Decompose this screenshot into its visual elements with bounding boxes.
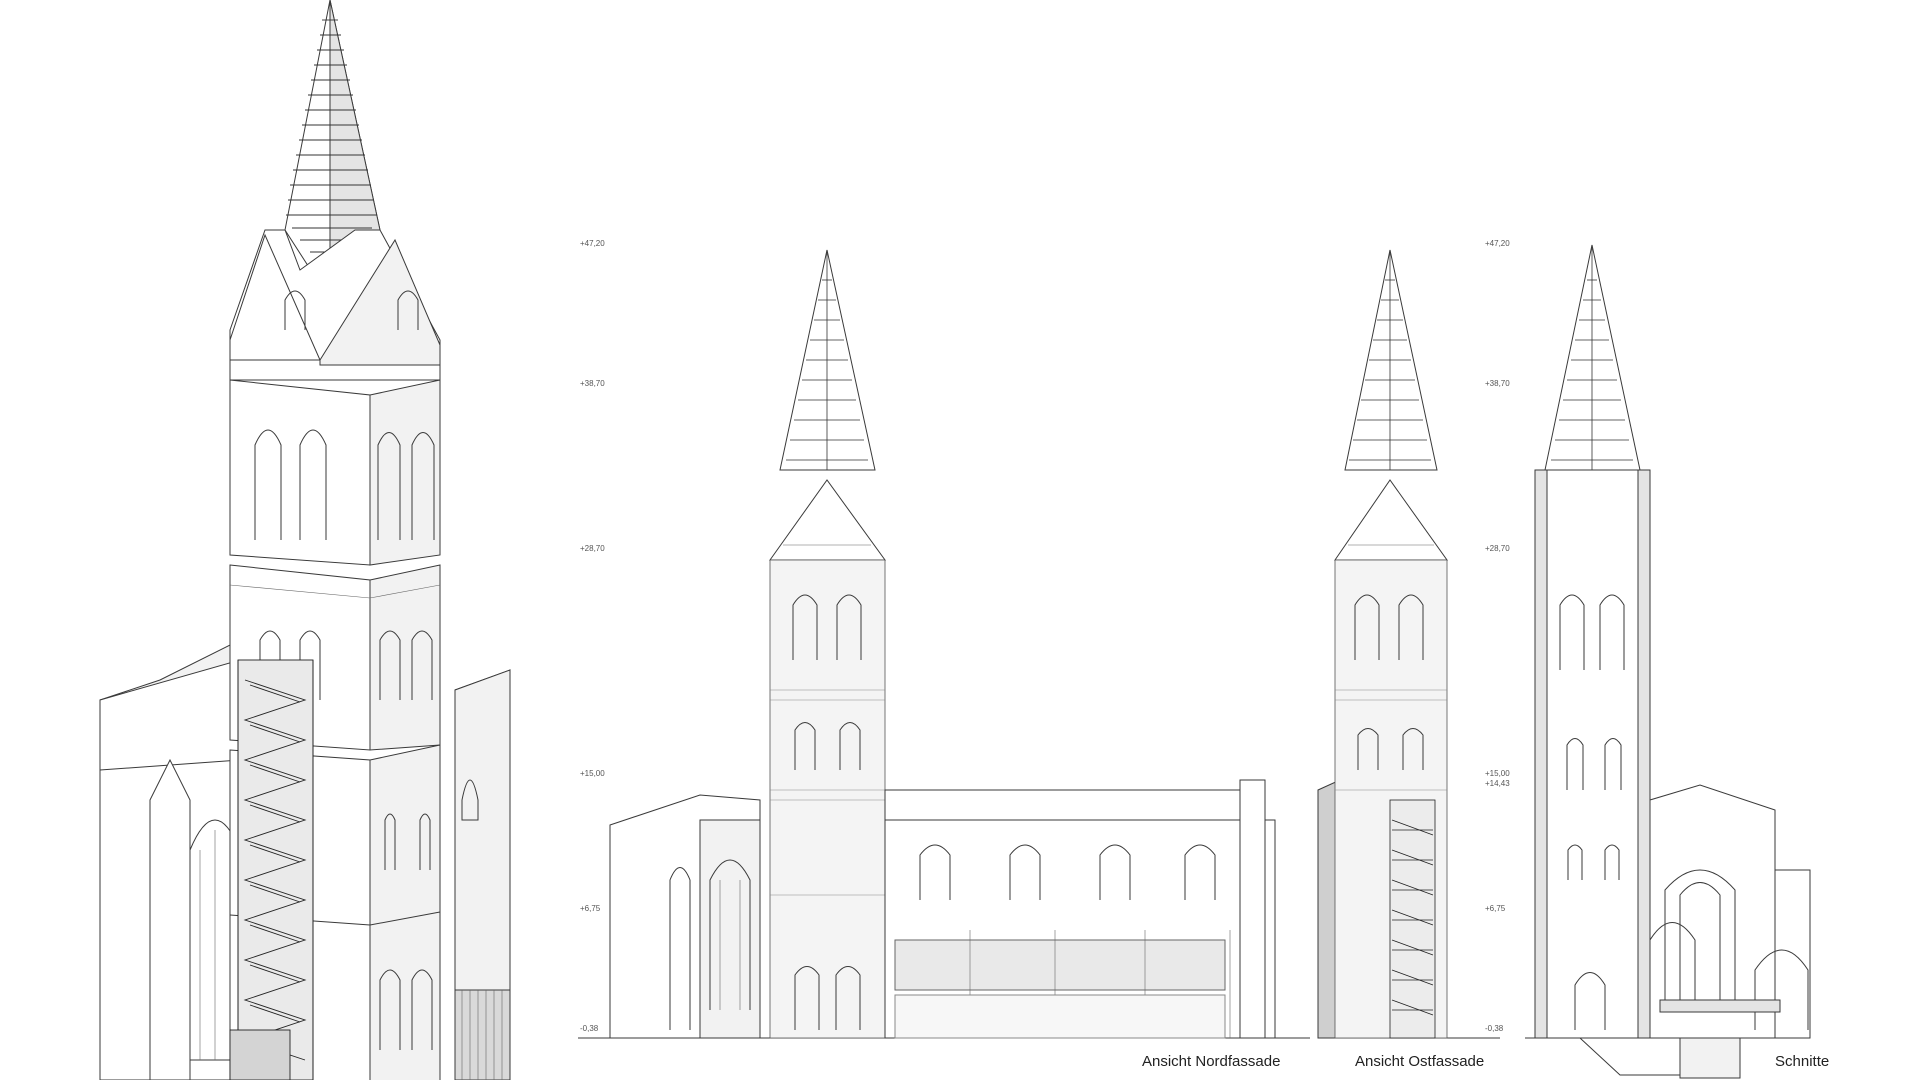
perspective-view xyxy=(99,0,511,1080)
elev-mark: +15,00 xyxy=(1485,769,1510,778)
elev-mark: +38,70 xyxy=(580,379,605,388)
elev-mark: +28,70 xyxy=(1485,544,1510,553)
east-facade-elevation: +47,20 +38,70 +28,70 +15,00 +14,43 +6,75… xyxy=(1317,239,1510,1039)
elev-mark: +15,00 xyxy=(580,769,605,778)
elev-mark: +47,20 xyxy=(1485,239,1510,248)
elev-mark: +28,70 xyxy=(580,544,605,553)
elev-mark: -0,38 xyxy=(1485,1024,1504,1033)
label-sections: Schnitte xyxy=(1775,1053,1829,1070)
elev-mark: +38,70 xyxy=(1485,379,1510,388)
elev-mark: +6,75 xyxy=(1485,904,1506,913)
north-elevation-marks: +47,20 +38,70 +28,70 +15,00 +6,75 -0,38 xyxy=(580,239,605,1033)
elev-mark: -0,38 xyxy=(580,1024,599,1033)
elev-mark: +14,43 xyxy=(1485,779,1510,788)
elev-mark: +47,20 xyxy=(580,239,605,248)
elev-mark: +6,75 xyxy=(580,904,601,913)
section-drawing xyxy=(1525,244,1811,1079)
label-east-facade: Ansicht Ostfassade xyxy=(1355,1053,1484,1070)
external-staircase xyxy=(229,659,314,1080)
north-facade-elevation: +47,20 +38,70 +28,70 +15,00 +6,75 -0,38 xyxy=(578,239,1310,1039)
label-north-facade: Ansicht Nordfassade xyxy=(1142,1053,1280,1070)
east-elevation-marks: +47,20 +38,70 +28,70 +15,00 +14,43 +6,75… xyxy=(1485,239,1510,1033)
architectural-drawing-sheet: +47,20 +38,70 +28,70 +15,00 +6,75 -0,38 xyxy=(99,0,1829,1080)
